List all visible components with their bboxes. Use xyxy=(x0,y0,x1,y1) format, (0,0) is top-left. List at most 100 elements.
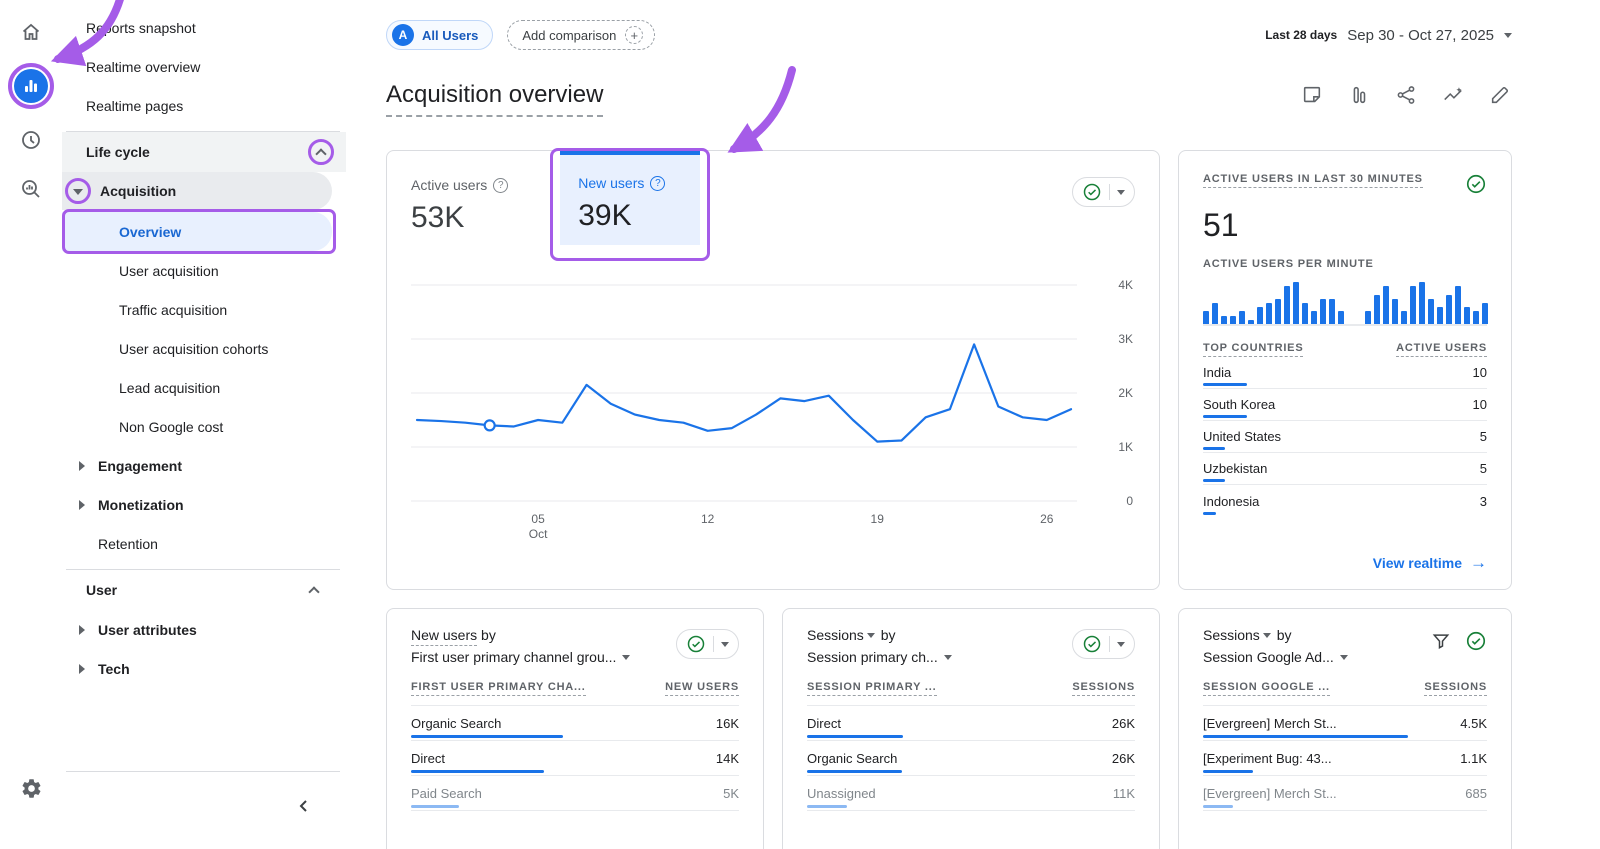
sidebar-item-label: Overview xyxy=(119,224,181,240)
country-value: 10 xyxy=(1473,365,1487,380)
value-bar xyxy=(1203,479,1225,482)
country-name: South Korea xyxy=(1203,397,1275,412)
sidebar-item-label: User acquisition cohorts xyxy=(119,341,268,357)
value-bar xyxy=(1203,512,1216,515)
date-range-label: Sep 30 - Oct 27, 2025 xyxy=(1347,27,1494,44)
filter-funnel-icon[interactable] xyxy=(1429,629,1453,653)
sidebar-item-user-attributes[interactable]: User attributes xyxy=(62,610,346,649)
realtime-title: ACTIVE USERS IN LAST 30 MINUTES xyxy=(1203,173,1423,188)
check-circle-icon xyxy=(686,634,706,654)
sidebar-item-label: Monetization xyxy=(98,497,184,513)
chevron-down-icon xyxy=(622,655,630,660)
row-name: [Evergreen] Merch St... xyxy=(1203,716,1337,731)
column-header-dimension: SESSION PRIMARY ... xyxy=(807,681,937,696)
check-circle-icon xyxy=(1082,182,1102,202)
share-icon[interactable] xyxy=(1394,83,1418,107)
check-circle-icon[interactable] xyxy=(1465,630,1487,652)
row-value: 5K xyxy=(723,786,739,801)
chevron-down-icon xyxy=(944,655,952,660)
date-range-picker[interactable]: Last 28 days Sep 30 - Oct 27, 2025 xyxy=(1265,27,1512,44)
sidebar-item-retention[interactable]: Retention xyxy=(62,524,346,563)
metric-label: Active users xyxy=(411,177,487,193)
sidebar-item-reports-snapshot[interactable]: Reports snapshot xyxy=(62,8,346,47)
data-quality-button[interactable] xyxy=(1072,629,1135,659)
svg-text:1K: 1K xyxy=(1118,440,1133,454)
sidebar-item-overview[interactable]: Overview xyxy=(62,212,332,251)
chevron-up-icon[interactable] xyxy=(315,148,326,159)
row-value: 26K xyxy=(1112,751,1135,766)
card-metric-label[interactable]: New users xyxy=(411,627,477,646)
svg-text:2K: 2K xyxy=(1118,386,1133,400)
sidebar-item-lead-acquisition[interactable]: Lead acquisition xyxy=(62,368,346,407)
sidebar-item-label: Realtime pages xyxy=(86,98,183,114)
table-row: [Experiment Bug: 43...1.1K xyxy=(1203,741,1487,776)
value-bar xyxy=(411,805,459,808)
svg-text:12: 12 xyxy=(701,512,715,526)
add-comparison-button[interactable]: Add comparison + xyxy=(507,20,655,50)
home-icon[interactable] xyxy=(13,14,49,50)
sidebar-item-user-acquisition[interactable]: User acquisition xyxy=(62,251,346,290)
row-name: Direct xyxy=(411,751,445,766)
reports-icon[interactable] xyxy=(14,69,48,103)
settings-gear-icon[interactable] xyxy=(13,770,49,806)
insights-icon[interactable] xyxy=(1441,83,1465,107)
data-quality-button[interactable] xyxy=(1072,177,1135,207)
help-icon[interactable]: ? xyxy=(493,178,508,193)
check-circle-icon[interactable] xyxy=(1465,173,1487,195)
dimension-selector[interactable]: First user primary channel grou... xyxy=(411,649,630,665)
value-bar xyxy=(1203,415,1247,418)
row-name: [Evergreen] Merch St... xyxy=(1203,786,1337,801)
value-bar xyxy=(807,770,902,773)
metric-new-users[interactable]: New users ? 39K xyxy=(560,151,700,245)
svg-text:05: 05 xyxy=(531,512,545,526)
all-users-segment-chip[interactable]: A All Users xyxy=(386,20,493,50)
arrow-right-icon: → xyxy=(1470,554,1487,571)
card-metric-label[interactable]: Sessions xyxy=(1203,627,1260,643)
sidebar-section-life-cycle[interactable]: Life cycle xyxy=(62,132,346,172)
benchmark-icon[interactable] xyxy=(1347,83,1371,107)
triangle-right-icon xyxy=(79,664,85,674)
comparison-topbar: A All Users Add comparison + Last 28 day… xyxy=(386,20,1512,50)
sidebar-section-user[interactable]: User xyxy=(62,570,346,610)
table-row: Direct26K xyxy=(807,706,1135,741)
sidebar-item-engagement[interactable]: Engagement xyxy=(62,446,346,485)
card-metric-label[interactable]: Sessions xyxy=(807,627,864,643)
country-row: South Korea10 xyxy=(1203,389,1487,421)
section-label: Life cycle xyxy=(86,144,150,160)
column-header-metric: SESSIONS xyxy=(1424,681,1487,696)
svg-text:0: 0 xyxy=(1126,494,1133,508)
dimension-selector[interactable]: Session primary ch... xyxy=(807,649,952,665)
add-comparison-label: Add comparison xyxy=(522,28,616,43)
sidebar-item-non-google-cost[interactable]: Non Google cost xyxy=(62,407,346,446)
new-users-line-chart: 01K2K3K4K05Oct121926 xyxy=(411,271,1137,541)
triangle-right-icon xyxy=(79,625,85,635)
segment-avatar: A xyxy=(392,24,414,46)
sidebar-item-label: User attributes xyxy=(98,622,197,638)
reports-sidebar: Reports snapshot Realtime overview Realt… xyxy=(62,0,346,849)
sidebar-item-tech[interactable]: Tech xyxy=(62,649,346,688)
notes-icon[interactable] xyxy=(1300,83,1324,107)
collapse-sidebar-icon[interactable] xyxy=(296,798,312,817)
help-icon[interactable]: ? xyxy=(650,176,665,191)
sidebar-item-label: Acquisition xyxy=(100,183,176,199)
by-label: by xyxy=(1277,627,1292,643)
view-realtime-link[interactable]: View realtime→ xyxy=(1373,554,1487,571)
sidebar-item-traffic-acquisition[interactable]: Traffic acquisition xyxy=(62,290,346,329)
sidebar-item-acquisition[interactable]: Acquisition xyxy=(62,172,332,210)
sidebar-item-monetization[interactable]: Monetization xyxy=(62,485,346,524)
data-quality-button[interactable] xyxy=(676,629,739,659)
sidebar-item-user-acquisition-cohorts[interactable]: User acquisition cohorts xyxy=(62,329,346,368)
dimension-selector[interactable]: Session Google Ad... xyxy=(1203,649,1348,665)
chevron-up-icon[interactable] xyxy=(308,586,319,597)
chevron-down-icon[interactable] xyxy=(73,189,83,195)
sidebar-item-realtime-pages[interactable]: Realtime pages xyxy=(62,86,346,125)
metric-active-users[interactable]: Active users ? 53K xyxy=(411,151,508,235)
explore-icon[interactable] xyxy=(13,122,49,158)
row-name: Organic Search xyxy=(807,751,897,766)
edit-icon[interactable] xyxy=(1488,83,1512,107)
value-bar xyxy=(807,805,847,808)
sidebar-item-label: User acquisition xyxy=(119,263,219,279)
advertising-icon[interactable] xyxy=(13,171,49,207)
value-bar xyxy=(807,735,903,738)
sidebar-item-realtime-overview[interactable]: Realtime overview xyxy=(62,47,346,86)
